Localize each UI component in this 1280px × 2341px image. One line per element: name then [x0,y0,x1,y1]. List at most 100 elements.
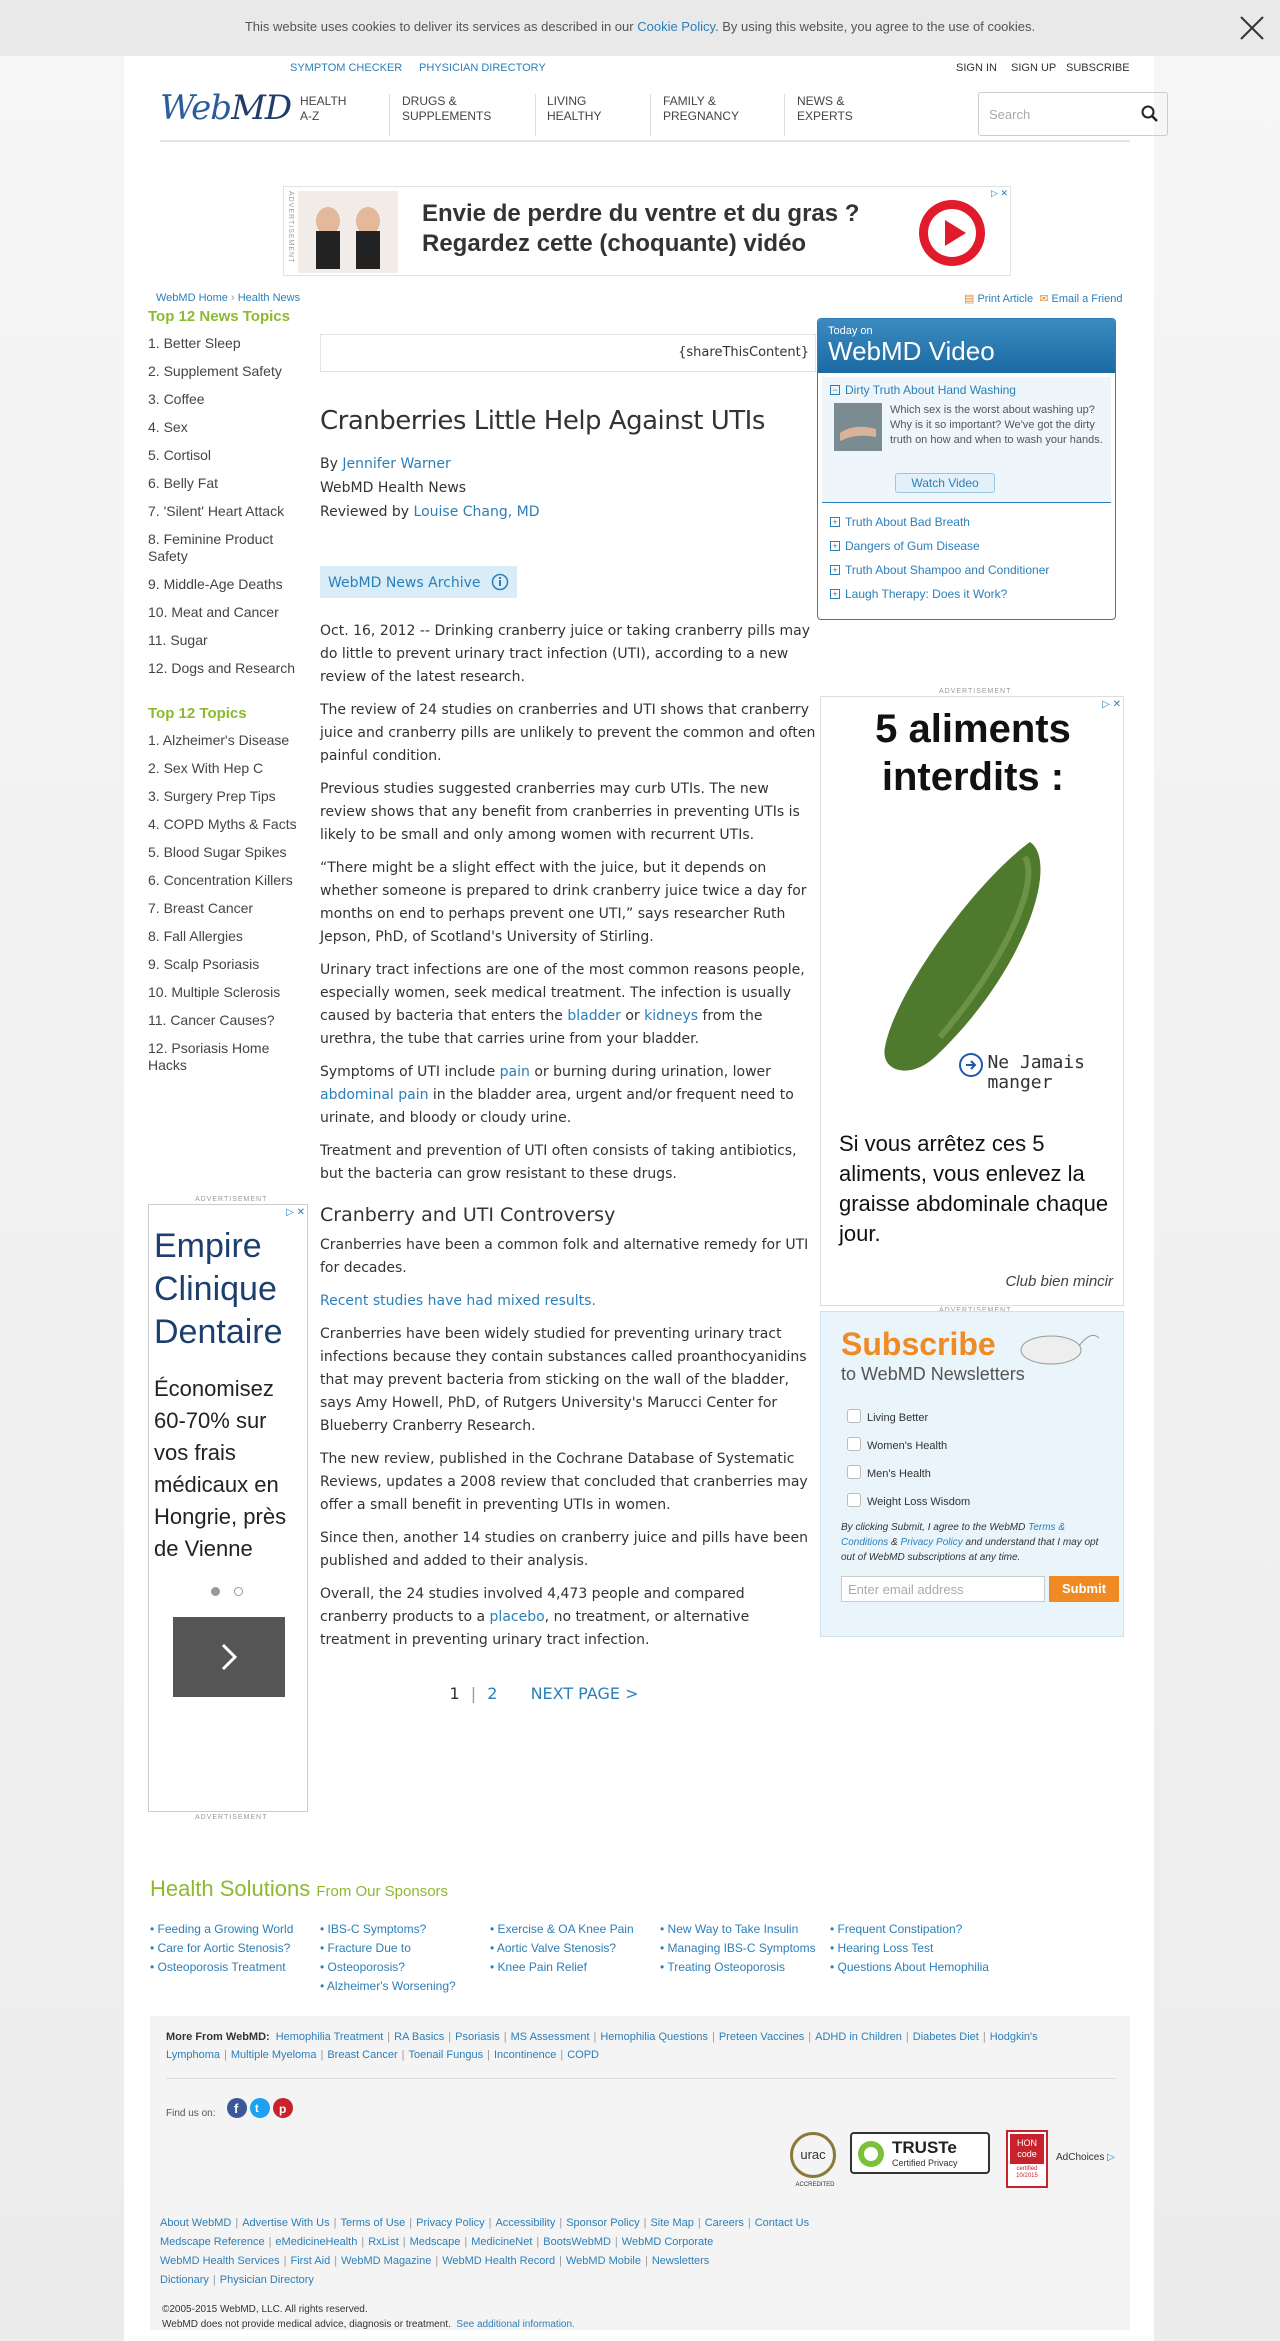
more-from-link[interactable]: Breast Cancer [327,2049,397,2061]
more-from-link[interactable]: Toenail Fungus [409,2049,484,2061]
sponsor-link[interactable]: Osteoporosis? [320,1958,456,1977]
nav-health-az[interactable]: HEALTH A-Z [300,94,390,136]
newsletter-checkbox[interactable]: Women's Health [847,1432,970,1460]
sponsor-link[interactable]: Treating Osteoporosis [660,1958,816,1977]
topic-item[interactable]: 5. Blood Sugar Spikes [148,844,308,861]
breadcrumb-health-news[interactable]: Health News [238,292,300,304]
footer-link[interactable]: WebMD Corporate [622,2236,714,2248]
footer-link[interactable]: Contact Us [755,2217,809,2229]
print-article-link[interactable]: Print Article [977,293,1033,305]
checkbox-icon[interactable] [847,1409,861,1423]
topic-item[interactable]: 4. COPD Myths & Facts [148,816,308,833]
sponsor-link[interactable]: Managing IBS-C Symptoms [660,1939,816,1958]
video-link[interactable]: + Truth About Shampoo and Conditioner [830,563,1115,577]
newsletter-checkbox[interactable]: Weight Loss Wisdom [847,1488,970,1516]
footer-link[interactable]: Accessibility [495,2217,555,2229]
more-from-link[interactable]: Multiple Myeloma [231,2049,317,2061]
social-icons[interactable]: f t p [226,2096,296,2120]
video-link[interactable]: + Laugh Therapy: Does it Work? [830,587,1115,601]
sponsor-link[interactable]: Fracture Due to [320,1939,456,1958]
footer-link[interactable]: MedicineNet [471,2236,532,2248]
privacy-link[interactable]: Privacy Policy [901,1537,963,1548]
footer-link[interactable]: Physician Directory [220,2274,314,2286]
mixed-results-link[interactable]: Recent studies have had mixed results. [320,1293,596,1309]
footer-link[interactable]: RxList [368,2236,399,2248]
abdominal-pain-link[interactable]: abdominal pain [320,1087,428,1103]
adchoices-icon[interactable]: ▷ ✕ [991,188,1008,199]
news-topic-item[interactable]: 11. Sugar [148,632,308,649]
sign-in-link[interactable]: SIGN IN [956,62,997,74]
news-topic-item[interactable]: 7. 'Silent' Heart Attack [148,503,308,520]
nav-living-healthy[interactable]: LIVING HEALTHY [547,94,651,136]
topic-item[interactable]: 7. Breast Cancer [148,900,308,917]
newsletter-checkbox[interactable]: Men's Health [847,1460,970,1488]
webmd-logo[interactable]: WebMD [160,88,292,128]
next-page-link[interactable]: NEXT PAGE > [531,1684,639,1703]
search-icon[interactable] [1141,105,1159,123]
top-banner-ad[interactable]: ADVERTISEMENT Envie de perdre du ventre … [283,186,1011,276]
footer-link[interactable]: WebMD Health Services [160,2255,280,2267]
footer-link[interactable]: Dictionary [160,2274,209,2286]
cookie-policy-link[interactable]: Cookie Policy [637,19,715,34]
sponsor-link[interactable]: Care for Aortic Stenosis? [150,1939,293,1958]
sponsor-link[interactable]: Frequent Constipation? [830,1920,989,1939]
checkbox-icon[interactable] [847,1465,861,1479]
more-from-link[interactable]: Hemophilia Treatment [276,2031,384,2043]
topic-item[interactable]: 2. Sex With Hep C [148,760,308,777]
pain-link[interactable]: pain [500,1064,530,1080]
sponsor-link[interactable]: Feeding a Growing World [150,1920,294,1939]
footer-link[interactable]: Privacy Policy [416,2217,484,2229]
footer-link[interactable]: eMedicineHealth [275,2236,357,2248]
video-thumbnail[interactable] [834,403,882,451]
nav-news-experts[interactable]: NEWS & EXPERTS [797,94,917,136]
sponsor-link[interactable]: IBS-C Symptoms? [320,1920,456,1939]
email-input[interactable]: Enter email address [841,1576,1045,1602]
more-from-link[interactable]: Incontinence [494,2049,556,2061]
more-from-link[interactable]: Psoriasis [455,2031,500,2043]
breadcrumb-home[interactable]: WebMD Home [156,292,228,304]
left-skyscraper-ad[interactable]: ADVERTISEMENT ▷ ✕ Empire Clinique Dentai… [148,1196,308,1821]
right-rectangle-ad[interactable]: ADVERTISEMENT ▷ ✕ 5 aliments interdits :… [820,688,1124,1314]
close-icon[interactable] [1238,14,1266,42]
topic-item[interactable]: 8. Fall Allergies [148,928,308,945]
bladder-link[interactable]: bladder [567,1008,621,1024]
video-link[interactable]: + Truth About Bad Breath [830,515,1115,529]
more-from-link[interactable]: RA Basics [394,2031,444,2043]
more-from-link[interactable]: ADHD in Children [815,2031,902,2043]
footer-link[interactable]: Terms of Use [340,2217,405,2229]
placebo-link[interactable]: placebo [490,1609,545,1625]
checkbox-icon[interactable] [847,1493,861,1507]
adchoices-link[interactable]: AdChoices ▷ [1056,2152,1115,2163]
watch-video-button[interactable]: Watch Video [895,473,995,493]
sponsor-link[interactable]: Knee Pain Relief [490,1958,634,1977]
footer-link[interactable]: Site Map [650,2217,693,2229]
newsletter-checkbox[interactable]: Living Better [847,1404,970,1432]
more-from-link[interactable]: Hemophilia Questions [600,2031,708,2043]
news-topic-item[interactable]: 3. Coffee [148,391,308,408]
sponsor-link[interactable]: Questions About Hemophilia [830,1958,989,1977]
topic-item[interactable]: 12. Psoriasis Home Hacks [148,1040,308,1074]
search-input[interactable]: Search [978,92,1168,136]
sponsor-link[interactable]: Aortic Valve Stenosis? [490,1939,634,1958]
topic-item[interactable]: 9. Scalp Psoriasis [148,956,308,973]
subscribe-link[interactable]: SUBSCRIBE [1066,62,1130,74]
footer-link[interactable]: Newsletters [652,2255,709,2267]
news-topic-item[interactable]: 9. Middle-Age Deaths [148,576,308,593]
footer-link[interactable]: Medscape Reference [160,2236,265,2248]
footer-link[interactable]: BootsWebMD [543,2236,611,2248]
topic-item[interactable]: 11. Cancer Causes? [148,1012,308,1029]
next-arrow-button[interactable] [173,1617,285,1697]
footer-link[interactable]: WebMD Magazine [341,2255,431,2267]
sponsor-link[interactable]: Alzheimer's Worsening? [320,1977,456,1996]
news-topic-item[interactable]: 10. Meat and Cancer [148,604,308,621]
footer-link[interactable]: Advertise With Us [242,2217,329,2229]
news-topic-item[interactable]: 12. Dogs and Research [148,660,308,677]
hon-badge[interactable]: HON code certified 10/2015 [1006,2130,1048,2188]
footer-link[interactable]: First Aid [290,2255,330,2267]
email-friend-link[interactable]: Email a Friend [1052,293,1123,305]
nav-family-pregnancy[interactable]: FAMILY & PREGNANCY [663,94,785,136]
reviewer-link[interactable]: Louise Chang, MD [414,504,540,520]
footer-link[interactable]: WebMD Health Record [442,2255,555,2267]
footer-link[interactable]: WebMD Mobile [566,2255,641,2267]
symptom-checker-link[interactable]: SYMPTOM CHECKER [290,62,402,74]
